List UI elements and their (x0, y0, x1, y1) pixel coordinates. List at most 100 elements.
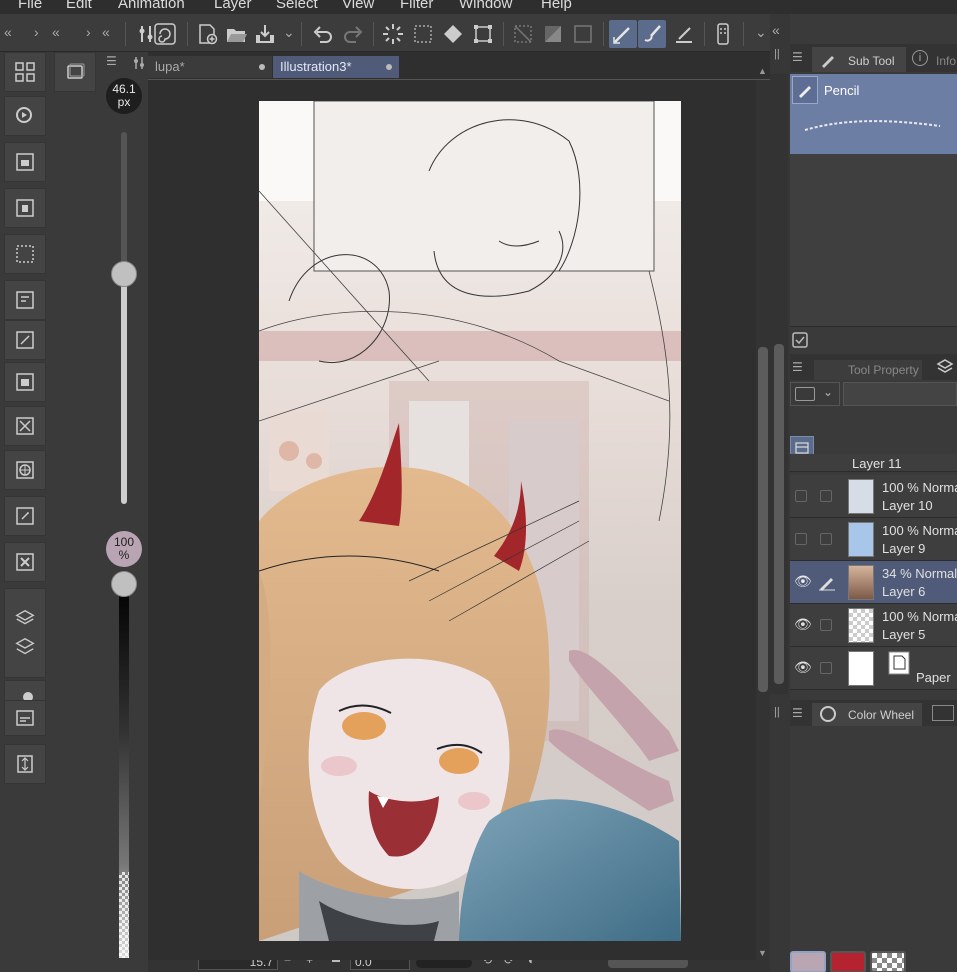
tool-settings-icon[interactable] (132, 56, 146, 70)
chevron-right-icon[interactable]: › (86, 24, 91, 40)
eye-icon[interactable]: 👁 (794, 659, 812, 676)
redo-icon[interactable] (339, 20, 367, 48)
brush-size-slider-handle[interactable] (111, 261, 137, 287)
scroll-up-icon[interactable]: ▲ (758, 66, 767, 76)
clear-outside-icon[interactable] (509, 20, 537, 48)
main-color-swatch[interactable] (790, 951, 826, 972)
ruler-tool-icon[interactable] (4, 542, 46, 582)
guide-icon[interactable] (4, 744, 46, 784)
layout-icon[interactable] (4, 700, 46, 736)
panel-menu-icon[interactable]: ☰ (792, 50, 803, 64)
rotation-field[interactable]: 0.0 (350, 960, 410, 970)
tab-sub-tool[interactable]: Sub Tool (812, 47, 906, 72)
selection-icon[interactable] (409, 20, 437, 48)
layer-row-9[interactable]: 100 % Normal Layer 9 (790, 518, 957, 561)
eye-icon[interactable]: 👁 (794, 573, 812, 590)
color-slider-icon[interactable] (932, 705, 954, 721)
menu-help[interactable]: Help (541, 0, 572, 12)
transform-icon[interactable] (469, 20, 497, 48)
clear-selection-icon[interactable] (539, 20, 567, 48)
tool-grid-icon[interactable] (4, 52, 46, 92)
lasso-icon[interactable] (151, 20, 179, 48)
color-wheel-area[interactable] (790, 726, 957, 952)
canvas-artwork[interactable] (259, 101, 681, 941)
layer-lock-toggle[interactable] (820, 619, 832, 631)
zoom-in-icon[interactable]: + (306, 960, 313, 967)
operation-tool-icon[interactable] (4, 188, 46, 228)
zoom-tool-icon[interactable] (4, 96, 46, 136)
menu-select[interactable]: Select (276, 0, 318, 12)
layer-row-5[interactable]: 👁 100 % Normal Layer 5 (790, 604, 957, 647)
ruler-pen-icon[interactable] (670, 20, 698, 48)
blend-mode-dropdown[interactable]: ⌄ (790, 382, 840, 406)
pencil-icon[interactable] (818, 573, 836, 591)
layer-lock-toggle[interactable] (820, 533, 832, 545)
layer-stack-icon[interactable] (54, 52, 96, 92)
tab-tool-property[interactable]: Tool Property (814, 360, 922, 380)
menu-window[interactable]: Window (459, 0, 512, 12)
sub-tool-scrollbar-thumb[interactable] (774, 344, 784, 684)
menu-layer[interactable]: Layer (214, 0, 252, 12)
chevron-down-icon[interactable]: ⌄ (755, 24, 767, 41)
collapse-left-icon[interactable]: « (102, 24, 110, 40)
panel-grip-icon[interactable]: || (774, 48, 780, 60)
chevron-right-icon[interactable]: › (34, 24, 39, 40)
fit-icon[interactable] (332, 960, 340, 962)
layer-row-11[interactable]: Layer 11 (790, 454, 957, 472)
canvas-scrollbar-thumb[interactable] (758, 347, 768, 692)
eraser-tool-icon[interactable] (4, 406, 46, 446)
tab-color-wheel[interactable]: Color Wheel (812, 703, 922, 726)
open-icon[interactable] (222, 20, 250, 48)
collapse-left-icon[interactable]: « (4, 24, 12, 40)
layer-visibility-toggle[interactable] (795, 490, 807, 502)
pencil-snap-icon[interactable] (609, 20, 637, 48)
zoom-out-icon[interactable]: − (284, 960, 291, 967)
horizontal-scrollbar[interactable] (608, 960, 688, 968)
pen-tool-icon[interactable] (4, 362, 46, 402)
menu-file[interactable]: File (18, 0, 42, 12)
panel-menu-icon[interactable]: ☰ (792, 706, 803, 720)
layer-row-10[interactable]: 100 % Normal Layer 10 (790, 475, 957, 518)
eye-icon[interactable]: 👁 (794, 616, 812, 633)
text-tool-icon[interactable] (4, 496, 46, 536)
layer-visibility-toggle[interactable] (795, 533, 807, 545)
sub-color-swatch[interactable] (830, 951, 866, 972)
tab-illustration3[interactable]: Illustration3* (273, 56, 399, 78)
layer-lock-toggle[interactable] (820, 662, 832, 674)
menu-view[interactable]: View (342, 0, 374, 12)
fill-tool-icon[interactable] (4, 450, 46, 490)
selected-sub-tool[interactable]: Pencil (790, 74, 957, 106)
brush-icon[interactable] (638, 20, 666, 48)
companion-icon[interactable] (709, 20, 737, 48)
menu-edit[interactable]: Edit (66, 0, 92, 12)
deselect-icon[interactable] (569, 20, 597, 48)
layer-icon[interactable] (14, 608, 36, 630)
auto-select-tool-icon[interactable] (4, 280, 46, 320)
layer-lock-toggle[interactable] (820, 490, 832, 502)
tab-info[interactable]: i Info (910, 47, 957, 72)
checkbox-icon[interactable] (792, 332, 808, 348)
eyedropper-tool-icon[interactable] (4, 320, 46, 360)
chevron-down-icon[interactable]: ⌄ (283, 24, 295, 41)
rotate-left-icon[interactable]: ⟲ (482, 960, 492, 967)
panel-menu-icon[interactable]: ☰ (106, 54, 117, 68)
transparent-color-swatch[interactable] (870, 951, 906, 972)
rotate-right-icon[interactable]: ⟳ (504, 960, 514, 967)
panel-menu-icon[interactable]: ☰ (792, 360, 803, 374)
menu-animation[interactable]: Animation (118, 0, 185, 12)
save-icon[interactable] (251, 20, 279, 48)
collapse-left-icon[interactable]: « (52, 24, 60, 40)
undo-icon[interactable] (309, 20, 337, 48)
collapse-left-icon[interactable]: « (772, 22, 780, 38)
brush-opacity-slider-handle[interactable] (111, 571, 137, 597)
loading-icon[interactable] (379, 20, 407, 48)
layer-row-paper[interactable]: 👁 Paper (790, 647, 957, 690)
tab-lupa[interactable]: lupa* (148, 56, 272, 78)
layer-row-6[interactable]: 👁 34 % Normal Layer 6 (790, 561, 957, 604)
new-canvas-icon[interactable] (193, 20, 221, 48)
rotation-slider[interactable] (416, 960, 472, 968)
panel-grip-icon[interactable]: || (774, 706, 780, 718)
layer-icon[interactable] (936, 358, 954, 376)
menu-filter[interactable]: Filter (400, 0, 433, 12)
layer-download-icon[interactable] (14, 636, 36, 658)
